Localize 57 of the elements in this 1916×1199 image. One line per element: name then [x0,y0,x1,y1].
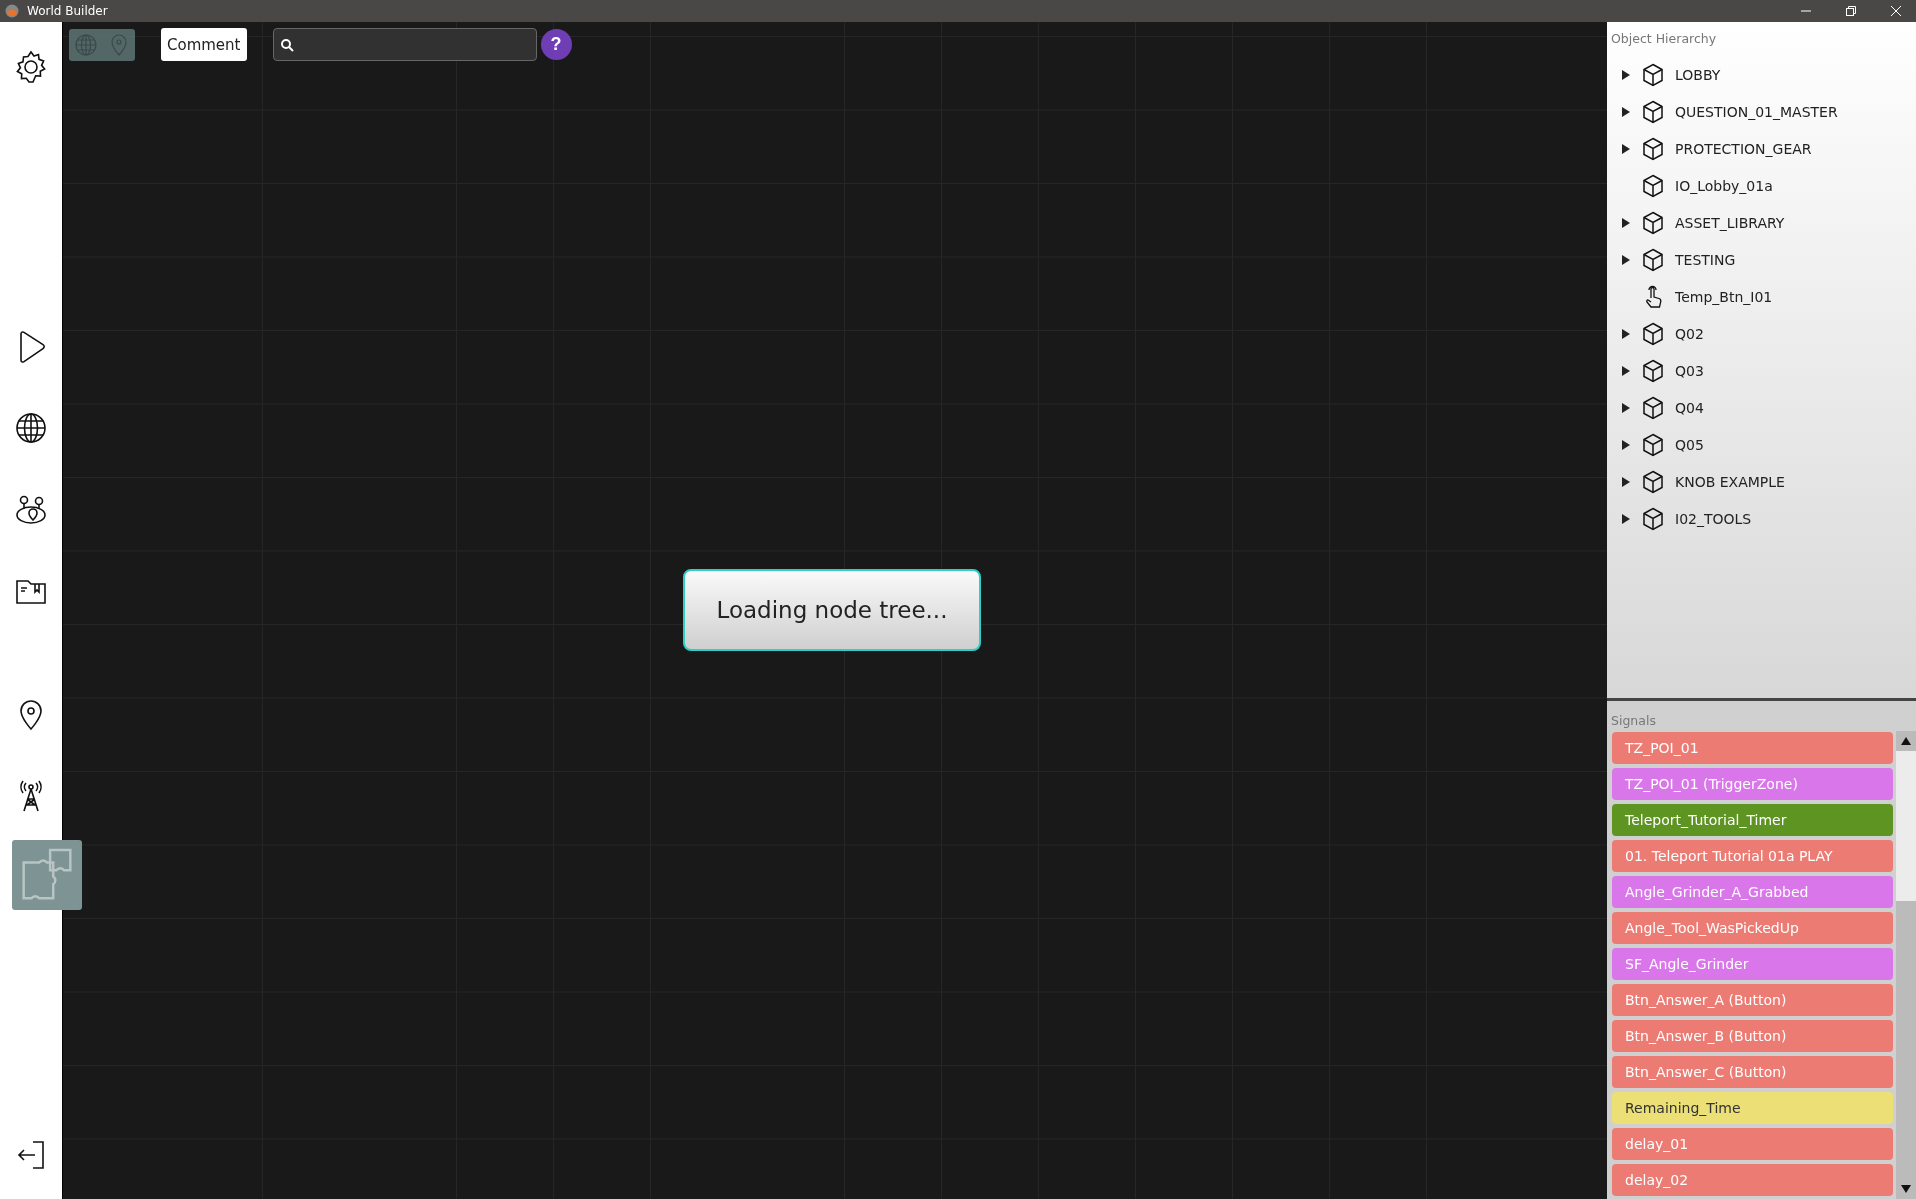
expand-arrow-icon[interactable] [1622,439,1630,450]
expand-arrow-icon[interactable] [1622,69,1630,80]
signal-item[interactable]: Remaining_Time [1612,1092,1894,1124]
expand-arrow-icon[interactable] [1622,513,1630,524]
close-icon[interactable] [1890,5,1902,17]
cube-icon [1642,173,1664,198]
cube-icon [1642,395,1664,420]
panel-title: Signals [1610,712,1657,730]
comment-button[interactable]: Comment [161,28,247,61]
hierarchy-item[interactable]: LOBBY [1675,66,1721,83]
cube-icon [1642,321,1664,346]
cube-icon [1642,506,1664,531]
loading-dialog: Loading node tree... [683,569,981,651]
puzzle-icon [19,847,75,903]
hierarchy-item[interactable]: ASSET_LIBRARY [1675,214,1785,231]
cube-icon [1642,136,1664,161]
hierarchy-item[interactable]: QUESTION_01_MASTER [1675,103,1838,120]
expand-arrow-icon[interactable] [1622,328,1630,339]
help-button[interactable]: ? [540,29,572,60]
cube-icon [1642,210,1664,235]
scrollbar[interactable] [1896,731,1916,1199]
app-logo-icon [5,4,19,18]
expand-arrow-icon[interactable] [1622,476,1630,487]
hierarchy-item[interactable]: IO_Lobby_01a [1675,177,1773,194]
hierarchy-item[interactable]: Q04 [1675,399,1704,416]
expand-arrow-icon[interactable] [1622,254,1630,265]
scroll-thumb[interactable] [1896,751,1916,901]
globe-icon [73,32,98,57]
restore-icon[interactable] [1845,5,1857,17]
node-canvas[interactable]: Comment ? Loading node tree... [62,22,1607,1199]
signal-item[interactable]: Teleport_Tutorial_Timer [1612,804,1894,836]
cube-icon [1642,99,1664,124]
expand-arrow-icon[interactable] [1622,143,1630,154]
expand-arrow-icon[interactable] [1622,106,1630,117]
hierarchy-item[interactable]: Q02 [1675,325,1704,342]
cube-icon [1642,247,1664,272]
hierarchy-item[interactable]: Temp_Btn_I01 [1675,288,1773,305]
cube-icon [1642,358,1664,383]
hierarchy-item[interactable]: I02_TOOLS [1675,510,1752,527]
cube-icon [1642,469,1664,494]
search-icon [279,37,294,52]
hierarchy-item[interactable]: KNOB EXAMPLE [1675,473,1785,490]
hierarchy-item[interactable]: Q03 [1675,362,1704,379]
cube-icon [1642,432,1664,457]
panel-title: Object Hierarchy [1610,30,1718,44]
scroll-down-icon[interactable] [1901,1185,1912,1193]
hierarchy-item[interactable]: TESTING [1675,251,1736,268]
window-title: World Builder [27,4,109,18]
scroll-up-icon[interactable] [1901,737,1912,745]
hierarchy-item[interactable]: PROTECTION_GEAR [1675,140,1812,157]
search-field[interactable] [272,28,537,61]
view-toggle[interactable] [69,28,135,61]
expand-arrow-icon[interactable] [1622,217,1630,228]
expand-arrow-icon[interactable] [1622,365,1630,376]
expand-arrow-icon[interactable] [1622,402,1630,413]
hierarchy-item[interactable]: Q05 [1675,436,1704,453]
cube-icon [1642,62,1664,87]
